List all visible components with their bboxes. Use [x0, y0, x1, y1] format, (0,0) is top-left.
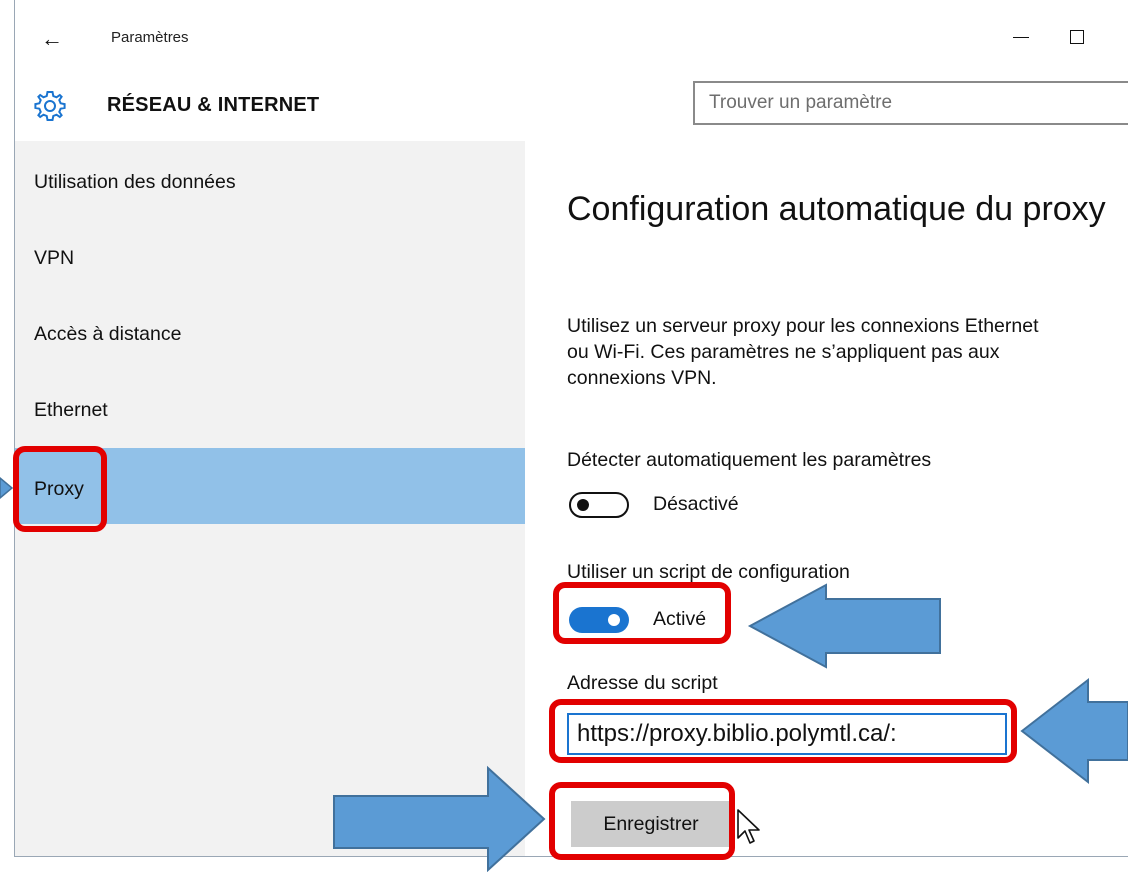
title-bar: ← Paramètres — [15, 0, 1128, 75]
sidebar-item-label: Ethernet — [34, 399, 108, 421]
section-header: RÉSEAU & INTERNET — [15, 75, 1128, 141]
script-address-label: Adresse du script — [567, 672, 718, 694]
annotation-arrow — [747, 583, 941, 669]
gear-icon — [34, 91, 66, 121]
sidebar-item-label: Accès à distance — [34, 323, 182, 345]
minimize-icon[interactable] — [1007, 22, 1037, 52]
search-input[interactable] — [693, 81, 1128, 125]
sidebar-item-label: Utilisation des données — [34, 171, 236, 193]
mouse-cursor-icon — [737, 809, 760, 844]
window-title: Paramètres — [111, 29, 189, 46]
sidebar-item-label: VPN — [34, 247, 75, 269]
proxy-description: Utilisez un serveur proxy pour les conne… — [567, 315, 1039, 389]
toggle-knob — [577, 499, 589, 511]
sidebar-item-vpn[interactable]: VPN — [15, 217, 525, 293]
sidebar-item-ethernet[interactable]: Ethernet — [15, 369, 525, 445]
sidebar-item-data-usage[interactable]: Utilisation des données — [15, 141, 525, 217]
annotation-arrow — [333, 765, 546, 872]
auto-detect-label: Détecter automatiquement les paramètres — [567, 449, 932, 471]
back-arrow-icon[interactable]: ← — [37, 24, 67, 54]
annotation-arrow — [1020, 677, 1128, 785]
auto-detect-toggle[interactable] — [569, 492, 629, 518]
maximize-icon[interactable] — [1063, 22, 1093, 52]
url-highlight-box — [549, 699, 1017, 763]
use-script-label: Utiliser un script de configuration — [567, 561, 850, 583]
proxy-highlight-box — [13, 446, 107, 532]
section-title: RÉSEAU & INTERNET — [107, 94, 320, 116]
toggle-highlight-box — [553, 582, 731, 644]
save-highlight-box — [549, 782, 735, 860]
annotation-arrow — [0, 477, 14, 499]
page-title: Configuration automatique du proxy — [567, 190, 1106, 228]
auto-detect-state: Désactivé — [653, 493, 739, 515]
sidebar-item-remote-access[interactable]: Accès à distance — [15, 293, 525, 369]
